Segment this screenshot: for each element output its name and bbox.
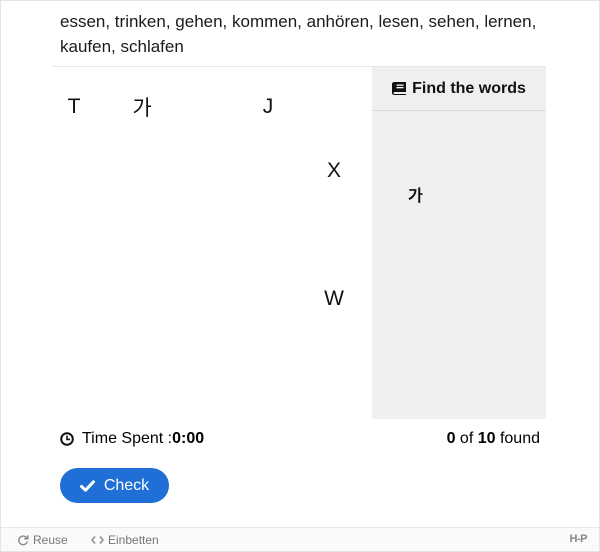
grid-cell[interactable] <box>244 211 292 259</box>
vocabulary-header: Find the words <box>372 67 546 111</box>
clock-icon <box>60 432 74 446</box>
letter-grid[interactable]: T가 JX W <box>52 67 372 419</box>
grid-cell[interactable] <box>244 339 292 387</box>
grid-cell[interactable] <box>50 339 98 387</box>
task-description: essen, trinken, gehen, kommen, anhören, … <box>60 12 537 56</box>
embed-button[interactable]: Einbetten <box>91 533 159 547</box>
word-item <box>408 323 425 351</box>
grid-cell[interactable] <box>118 211 166 259</box>
grid-cell[interactable]: 가 <box>118 83 166 131</box>
grid-cell[interactable] <box>118 275 166 323</box>
grid-cell[interactable] <box>50 147 98 195</box>
grid-cell[interactable] <box>310 339 358 387</box>
h5p-footer: Reuse Einbetten H-P <box>1 527 599 551</box>
grid-cell[interactable]: J <box>244 83 292 131</box>
word-item <box>408 295 425 323</box>
grid-cell[interactable] <box>180 275 228 323</box>
found-of: of <box>455 430 478 447</box>
grid-cell[interactable]: T <box>50 83 98 131</box>
vocabulary-panel: Find the words 가 <box>372 67 546 419</box>
reuse-button[interactable]: Reuse <box>17 533 68 547</box>
grid-cell[interactable] <box>310 211 358 259</box>
reuse-icon <box>18 535 29 546</box>
code-icon <box>91 536 104 544</box>
word-search-game: T가JXW Find the words 가 <box>52 66 546 419</box>
embed-label: Einbetten <box>108 533 159 547</box>
word-list: 가 <box>408 127 425 407</box>
word-item <box>408 239 425 267</box>
vocabulary-title: Find the words <box>412 79 526 97</box>
check-button[interactable]: Check <box>60 468 169 503</box>
grid-cell[interactable] <box>50 275 98 323</box>
grid-cell[interactable] <box>50 211 98 259</box>
grid-cell[interactable] <box>244 275 292 323</box>
word-item <box>408 351 425 379</box>
grid-cell[interactable] <box>180 147 228 195</box>
grid-cell[interactable]: W <box>310 275 358 323</box>
grid-cell[interactable] <box>180 83 228 131</box>
word-item <box>408 155 425 183</box>
check-label: Check <box>103 476 150 494</box>
found-counter: 0 of 10 found <box>447 430 540 448</box>
word-item <box>408 267 425 295</box>
grid-cell[interactable] <box>244 147 292 195</box>
book-icon <box>392 82 407 95</box>
grid-cell[interactable]: X <box>310 147 358 195</box>
grid-cell[interactable] <box>310 83 358 131</box>
word-item <box>408 379 425 407</box>
reuse-label: Reuse <box>33 533 68 547</box>
checkmark-icon <box>79 479 95 492</box>
grid-cell[interactable] <box>118 339 166 387</box>
h5p-logo: H-P <box>569 533 588 545</box>
grid-cell[interactable] <box>180 211 228 259</box>
status-bar: Time Spent : 0:00 0 of 10 found <box>60 430 540 450</box>
found-suffix: found <box>495 430 540 447</box>
time-value: 0:00 <box>172 430 205 447</box>
word-item <box>408 127 425 155</box>
timer: Time Spent : 0:00 <box>60 430 204 448</box>
time-label: Time Spent : <box>82 430 173 447</box>
word-item: 가 <box>408 188 425 205</box>
grid-cell[interactable] <box>180 339 228 387</box>
word-item <box>408 211 425 239</box>
grid-cell[interactable] <box>118 147 166 195</box>
found-total: 10 <box>477 430 496 447</box>
